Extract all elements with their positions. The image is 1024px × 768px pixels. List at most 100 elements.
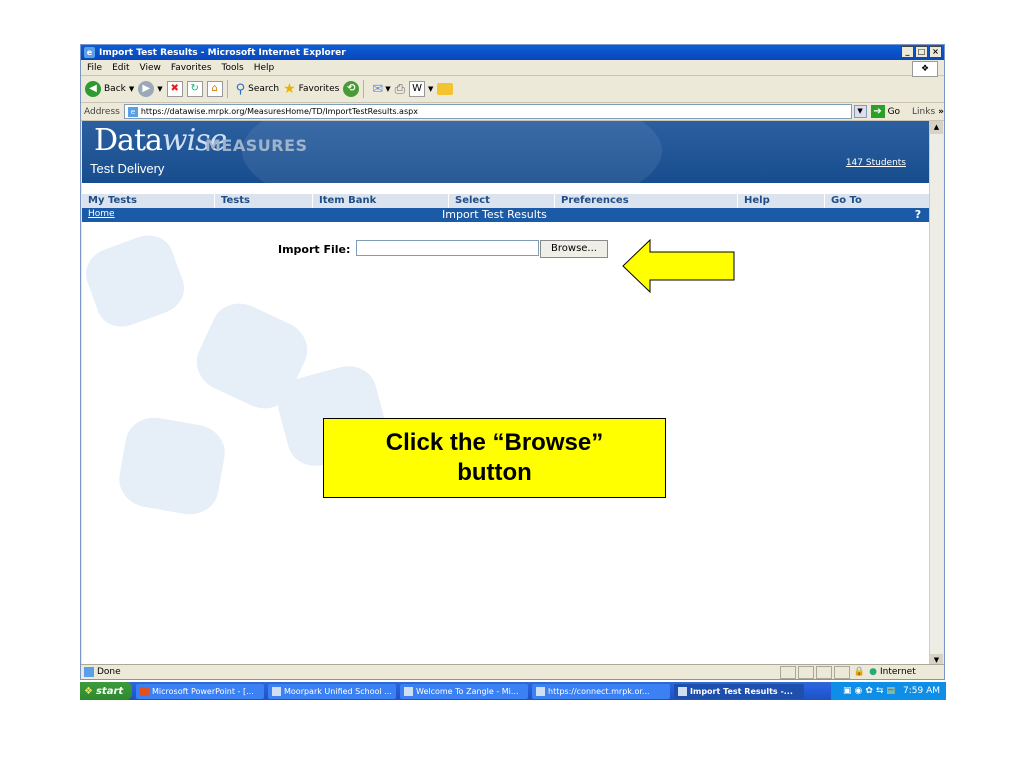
mail-icon: ✉: [372, 81, 384, 97]
students-link[interactable]: 147 Students: [846, 158, 906, 168]
chevron-right-icon[interactable]: »: [938, 107, 944, 117]
title-bar: e Import Test Results - Microsoft Intern…: [81, 45, 944, 60]
menu-favorites[interactable]: Favorites: [171, 63, 212, 73]
favorites-button[interactable]: ★ Favorites: [283, 81, 339, 97]
nav-select[interactable]: Select: [449, 194, 555, 208]
chevron-down-icon: ▼: [128, 85, 135, 93]
favorites-label: Favorites: [298, 84, 340, 94]
toolbar-separator: [226, 80, 228, 98]
home-icon: ⌂: [206, 81, 223, 97]
back-label: Back: [104, 84, 126, 94]
ie-icon: [536, 686, 545, 696]
search-label: Search: [248, 84, 280, 94]
import-file-input[interactable]: [356, 240, 539, 256]
logo-measures-text: MEASURES: [205, 136, 308, 155]
callout-line-1: Click the “Browse”: [385, 429, 604, 456]
stop-icon: ✖: [166, 81, 183, 97]
menu-view[interactable]: View: [140, 63, 161, 73]
taskbar-item-import-test-results[interactable]: Import Test Results -...: [674, 683, 804, 699]
task-label: Import Test Results -...: [690, 686, 793, 696]
browser-window: e Import Test Results - Microsoft Intern…: [80, 44, 945, 680]
search-button[interactable]: ⚲ Search: [236, 82, 279, 97]
refresh-icon: ↻: [186, 81, 203, 97]
home-button[interactable]: ⌂: [206, 81, 223, 97]
go-arrow-icon[interactable]: ➔: [870, 105, 885, 118]
breadcrumb: Home Import Test Results ?: [82, 208, 931, 222]
links-label[interactable]: Links: [912, 107, 935, 117]
history-icon: ⟲: [343, 81, 360, 97]
tray-icon[interactable]: ▣: [843, 686, 852, 696]
tray-icon[interactable]: ⇆: [876, 686, 884, 696]
mail-button[interactable]: ✉ ▼: [372, 82, 390, 97]
address-input[interactable]: e https://datawise.mrpk.org/MeasuresHome…: [123, 104, 852, 119]
page-title: Import Test Results: [442, 208, 547, 221]
page-icon: e: [127, 106, 138, 117]
windows-logo-icon: ❖: [912, 61, 938, 77]
taskbar-item-moorpark[interactable]: Moorpark Unified School ...: [268, 683, 396, 699]
address-dropdown-button[interactable]: ▼: [853, 105, 867, 118]
import-file-label: Import File:: [278, 243, 351, 256]
minimize-button[interactable]: _: [901, 46, 914, 58]
history-button[interactable]: ⟲: [343, 81, 360, 97]
taskbar-item-zangle[interactable]: Welcome To Zangle - Mi...: [400, 683, 528, 699]
clock: 7:59 AM: [903, 686, 940, 696]
edit-button[interactable]: W ▼: [409, 81, 433, 97]
address-label: Address: [84, 106, 120, 117]
taskbar-item-connect[interactable]: https://connect.mrpk.or...: [532, 683, 670, 699]
task-label: Moorpark Unified School ...: [284, 686, 392, 696]
toolbar: ◀ Back ▼ ▶ ▼ ✖ ↻ ⌂ ⚲ Search ★ Favorites …: [81, 76, 944, 103]
menu-file[interactable]: File: [87, 63, 102, 73]
status-pane: [797, 665, 814, 679]
nav-go-to[interactable]: Go To: [825, 194, 931, 208]
folder-button[interactable]: [437, 83, 454, 95]
lock-icon: 🔒: [853, 667, 866, 677]
window-controls: _ □ ×: [901, 46, 942, 58]
instruction-callout: Click the “Browse” button: [323, 418, 666, 498]
close-button[interactable]: ×: [929, 46, 942, 58]
vertical-scrollbar[interactable]: ▲ ▼: [929, 121, 943, 667]
ie-icon: e: [84, 47, 95, 58]
back-arrow-icon: ◀: [85, 81, 101, 97]
menu-edit[interactable]: Edit: [112, 63, 129, 73]
menu-help[interactable]: Help: [254, 63, 275, 73]
folder-icon: [437, 83, 454, 95]
tray-icon[interactable]: ✿: [865, 686, 873, 696]
window-title: Import Test Results - Microsoft Internet…: [99, 47, 346, 58]
taskbar-item-powerpoint[interactable]: Microsoft PowerPoint - [...: [136, 683, 264, 699]
menu-bar: File Edit View Favorites Tools Help: [81, 60, 944, 76]
logo-data-text: Data: [94, 123, 163, 158]
forward-button[interactable]: ▶ ▼: [138, 81, 163, 97]
help-icon[interactable]: ?: [911, 208, 925, 222]
menu-tools[interactable]: Tools: [222, 63, 244, 73]
print-button[interactable]: ⎙: [395, 82, 405, 97]
browse-button[interactable]: Browse...: [540, 240, 608, 258]
nav-preferences[interactable]: Preferences: [555, 194, 738, 208]
scroll-up-icon[interactable]: ▲: [930, 121, 943, 134]
callout-line-2: button: [457, 459, 532, 486]
tray-icon[interactable]: ▤: [886, 686, 895, 696]
refresh-button[interactable]: ↻: [186, 81, 203, 97]
header-banner: Datawise MEASURES Test Delivery 147 Stud…: [82, 121, 931, 183]
search-icon: ⚲: [235, 81, 246, 97]
tray-icon[interactable]: ◉: [855, 686, 863, 696]
nav-my-tests[interactable]: My Tests: [82, 194, 215, 208]
start-button[interactable]: ❖ start: [80, 682, 132, 700]
start-label: start: [95, 685, 124, 697]
toolbar-separator: [363, 80, 365, 98]
nav-help[interactable]: Help: [738, 194, 825, 208]
ie-icon: [272, 686, 281, 696]
status-pane: [833, 665, 850, 679]
nav-item-bank[interactable]: Item Bank: [313, 194, 449, 208]
maximize-button[interactable]: □: [915, 46, 928, 58]
stop-button[interactable]: ✖: [166, 81, 183, 97]
go-label[interactable]: Go: [888, 107, 900, 117]
word-icon: W: [409, 81, 426, 97]
nav-tests[interactable]: Tests: [215, 194, 313, 208]
zone-text: Internet: [880, 667, 916, 677]
system-tray: ▣ ◉ ✿ ⇆ ▤ 7:59 AM: [831, 682, 946, 700]
breadcrumb-home[interactable]: Home: [88, 209, 115, 219]
back-button[interactable]: ◀ Back ▼: [85, 81, 134, 97]
task-label: Microsoft PowerPoint - [...: [152, 686, 254, 696]
page-content: Datawise MEASURES Test Delivery 147 Stud…: [82, 121, 931, 667]
chevron-down-icon: ▼: [157, 85, 163, 93]
